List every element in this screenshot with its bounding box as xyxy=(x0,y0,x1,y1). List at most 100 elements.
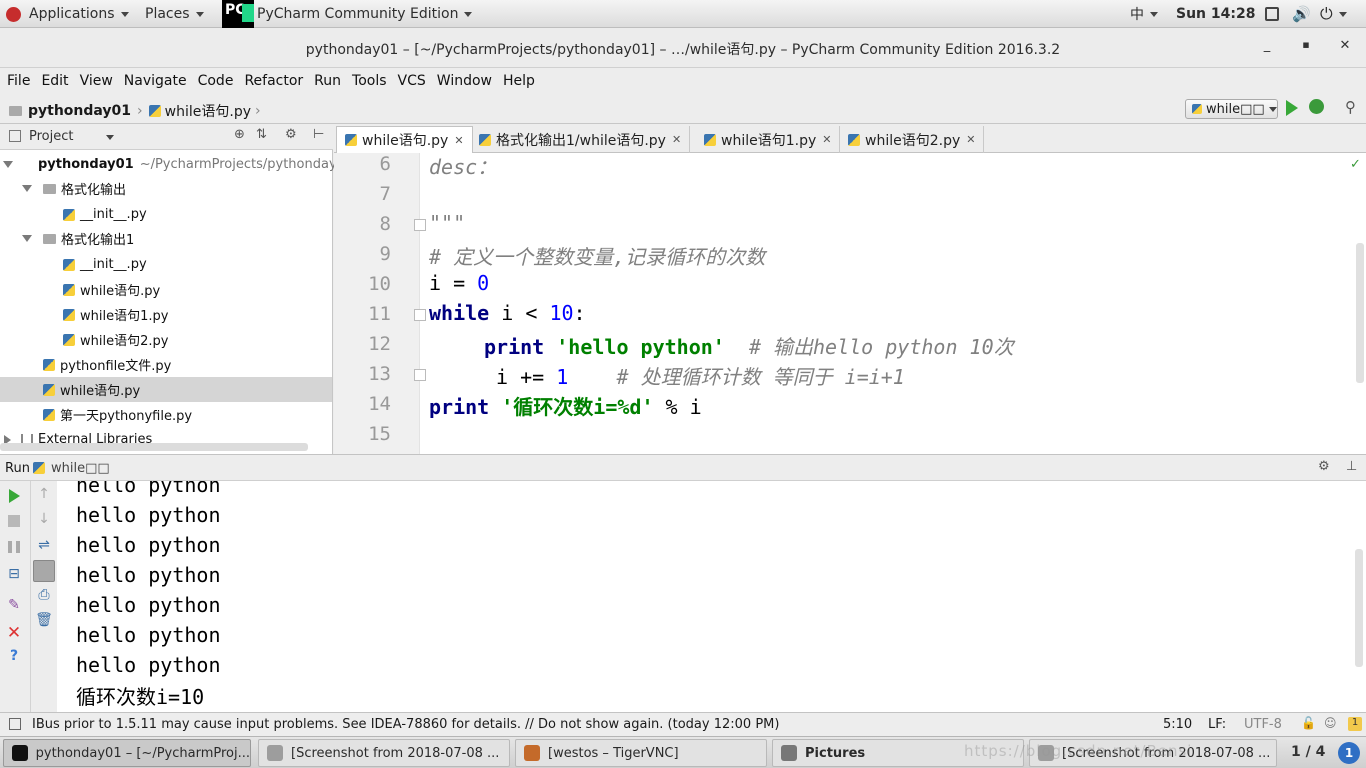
tree-file[interactable]: pythonfile文件.py xyxy=(43,352,171,377)
status-message[interactable]: IBus prior to 1.5.11 may cause input pro… xyxy=(32,717,779,732)
chevron-down-icon[interactable] xyxy=(106,135,114,140)
help-icon[interactable]: ? xyxy=(5,648,23,664)
menu-run[interactable]: Run xyxy=(314,73,341,89)
file-encoding[interactable]: UTF-8 xyxy=(1244,717,1282,732)
tree-root[interactable]: pythonday01 ~/PycharmProjects/pythonday xyxy=(0,152,337,177)
tab-format-while[interactable]: 格式化输出1/while语句.py ✕ xyxy=(471,126,691,153)
search-icon[interactable]: ⚲ xyxy=(1345,98,1356,116)
sync-icon[interactable]: ⊕ xyxy=(234,127,245,142)
fold-marker-icon[interactable] xyxy=(414,219,426,231)
task-screenshot-1[interactable]: [Screenshot from 2018-07-08 ... xyxy=(258,739,510,767)
caret-position[interactable]: 5:10 xyxy=(1163,717,1192,732)
notifications-badge[interactable]: 1 xyxy=(1348,717,1362,731)
minimize-button[interactable]: _ xyxy=(1259,38,1275,53)
tree-folder[interactable]: 格式化输出 xyxy=(22,176,126,201)
run-console[interactable]: hello python hello python hello python h… xyxy=(57,481,1366,712)
expand-arrow-icon[interactable] xyxy=(22,235,32,242)
tree-folder[interactable]: 格式化输出1 xyxy=(22,226,134,251)
print-icon[interactable]: ⎙ xyxy=(35,587,53,603)
maximize-button[interactable]: ▪ xyxy=(1298,38,1314,51)
gear-icon[interactable]: ⚙ xyxy=(285,127,297,142)
menu-code[interactable]: Code xyxy=(198,73,234,89)
applications-menu[interactable]: Applications xyxy=(6,0,129,28)
places-menu[interactable]: Places xyxy=(145,0,204,28)
pin-icon[interactable]: ✎ xyxy=(5,597,23,613)
tree-file[interactable]: 第一天pythonyfile.py xyxy=(43,402,192,427)
hide-pane-icon[interactable]: ⊢ xyxy=(313,127,324,142)
menu-navigate[interactable]: Navigate xyxy=(124,73,187,89)
tab-while2[interactable]: while语句2.py ✕ xyxy=(840,126,985,153)
run-config-tab[interactable]: while□□ xyxy=(51,461,110,476)
vertical-scrollbar[interactable] xyxy=(1356,243,1364,383)
expand-arrow-icon[interactable] xyxy=(3,161,13,168)
soft-wrap-icon[interactable]: ⇌ xyxy=(35,537,53,553)
tree-file[interactable]: while语句2.py xyxy=(63,327,168,352)
menu-window[interactable]: Window xyxy=(437,73,492,89)
inspection-ok-icon[interactable]: ✓ xyxy=(1350,157,1361,172)
breadcrumb-project[interactable]: pythonday01 xyxy=(28,103,131,119)
pause-icon[interactable] xyxy=(8,541,20,553)
close-icon[interactable]: ✕ xyxy=(5,623,23,643)
gear-icon[interactable]: ⚙ xyxy=(1318,459,1330,474)
tree-file[interactable]: __init__.py xyxy=(63,202,147,227)
trash-icon[interactable]: 🗑 xyxy=(35,612,53,628)
rerun-icon[interactable] xyxy=(9,489,20,503)
close-icon[interactable]: ✕ xyxy=(966,133,975,146)
horizontal-scrollbar[interactable] xyxy=(0,443,308,451)
line-number: 7 xyxy=(379,183,391,205)
close-window-button[interactable]: ✕ xyxy=(1337,38,1353,53)
power-icon[interactable]: ⏻ xyxy=(1320,0,1347,28)
tab-while1[interactable]: while语句1.py ✕ xyxy=(696,126,841,153)
hide-pane-icon[interactable]: ⊥ xyxy=(1346,459,1357,474)
breadcrumb-file[interactable]: while语句.py xyxy=(165,101,251,121)
project-view-label[interactable]: Project xyxy=(29,129,73,144)
menu-edit[interactable]: Edit xyxy=(41,73,68,89)
line-separator[interactable]: LF: xyxy=(1208,717,1226,732)
inspector-icon[interactable]: ☺ xyxy=(1324,716,1337,730)
run-tool-label[interactable]: Run xyxy=(5,461,30,476)
vertical-scrollbar[interactable] xyxy=(1355,549,1363,667)
fold-marker-icon[interactable] xyxy=(414,309,426,321)
menu-refactor[interactable]: Refactor xyxy=(244,73,303,89)
workspace-indicator[interactable]: 1 / 4 xyxy=(1291,744,1325,760)
task-tigervnc[interactable]: [westos – TigerVNC] xyxy=(515,739,767,767)
restore-layout-icon[interactable]: ⊟ xyxy=(5,566,23,582)
close-icon[interactable]: ✕ xyxy=(672,133,681,146)
screen-icon[interactable] xyxy=(1265,0,1279,28)
menu-tools[interactable]: Tools xyxy=(352,73,387,89)
code-editor[interactable]: 6 7 8 9 10 11 12 13 14 15 desc： """ # 定义… xyxy=(334,153,1366,454)
tree-file-selected[interactable]: while语句.py xyxy=(0,377,332,402)
workspace-badge[interactable]: 1 xyxy=(1338,742,1360,764)
input-method-indicator[interactable]: 中 xyxy=(1130,0,1158,28)
menu-help[interactable]: Help xyxy=(503,73,535,89)
task-screenshot-2[interactable]: [Screenshot from 2018-07-08 ... xyxy=(1029,739,1277,767)
window-titlebar[interactable]: pythonday01 – [~/PycharmProjects/pythond… xyxy=(0,28,1366,68)
close-icon[interactable]: ✕ xyxy=(454,134,463,147)
app-menu[interactable]: PC PyCharm Community Edition xyxy=(222,0,473,28)
clock[interactable]: Sun 14:28 xyxy=(1176,0,1255,28)
lock-icon[interactable]: 🔓 xyxy=(1301,716,1316,730)
tree-file[interactable]: while语句.py xyxy=(63,277,160,302)
task-pictures[interactable]: Pictures xyxy=(772,739,1024,767)
menu-vcs[interactable]: VCS xyxy=(398,73,426,89)
fold-marker-icon[interactable] xyxy=(414,369,426,381)
tab-while[interactable]: while语句.py ✕ xyxy=(336,126,473,153)
debug-icon[interactable] xyxy=(1309,99,1324,114)
run-config-select[interactable]: while□□ xyxy=(1185,99,1278,119)
down-arrow-icon[interactable]: ↓ xyxy=(35,511,53,527)
collapse-all-icon[interactable]: ⇅ xyxy=(256,127,267,142)
volume-icon[interactable]: 🔊 xyxy=(1292,0,1311,28)
close-icon[interactable]: ✕ xyxy=(822,133,831,146)
up-arrow-icon[interactable]: ↑ xyxy=(35,486,53,502)
tree-file[interactable]: __init__.py xyxy=(63,252,147,277)
tree-file[interactable]: while语句1.py xyxy=(63,302,168,327)
menu-file[interactable]: File xyxy=(7,73,30,89)
console-line: hello python xyxy=(76,503,221,527)
stop-icon[interactable] xyxy=(8,515,20,527)
tool-window-toggle-icon[interactable] xyxy=(9,718,21,730)
expand-arrow-icon[interactable] xyxy=(22,185,32,192)
menu-view[interactable]: View xyxy=(80,73,113,89)
scroll-to-end-icon[interactable] xyxy=(33,560,55,582)
run-icon[interactable] xyxy=(1286,100,1298,116)
task-pycharm[interactable]: pythonday01 – [~/PycharmProj... xyxy=(3,739,251,767)
